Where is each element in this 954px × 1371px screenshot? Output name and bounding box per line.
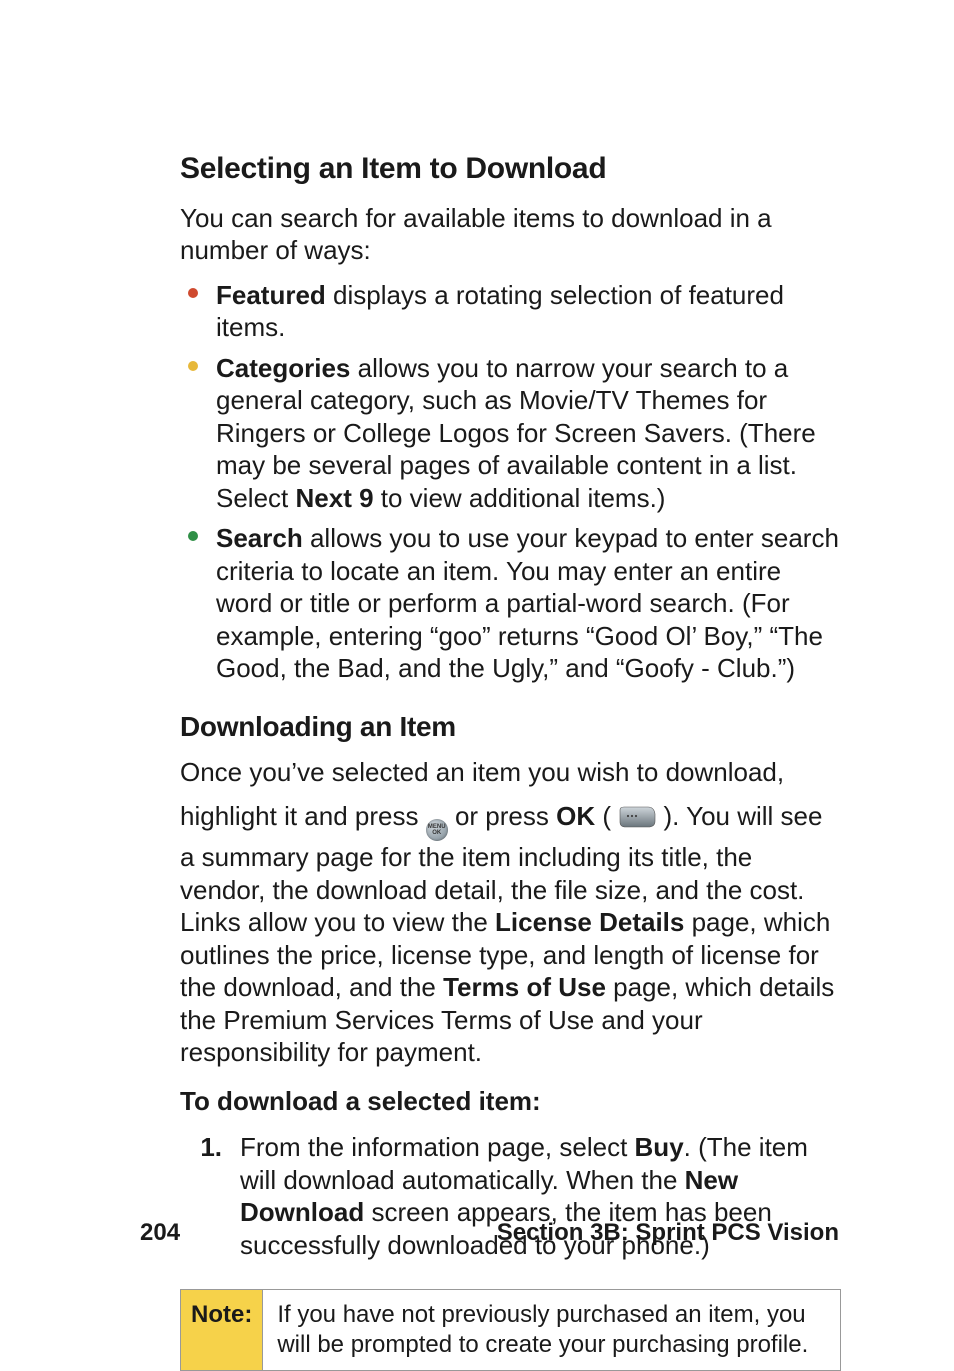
list-item: Search allows you to use your keypad to … bbox=[180, 522, 839, 685]
text-segment: ( bbox=[602, 801, 611, 831]
bullet-icon bbox=[188, 531, 198, 541]
document-page: Selecting an Item to Download You can se… bbox=[0, 0, 954, 1336]
bullet-bold: Categories bbox=[216, 353, 350, 383]
page-footer: 204 Section 3B: Sprint PCS Vision bbox=[140, 1218, 839, 1248]
bullet-icon bbox=[188, 288, 198, 298]
text-segment: From the information page, select bbox=[240, 1132, 635, 1162]
list-item: Categories allows you to narrow your sea… bbox=[180, 352, 839, 515]
left-softkey-icon bbox=[618, 803, 656, 836]
heading-selecting: Selecting an Item to Download bbox=[180, 150, 839, 188]
icon-label: MENUOK bbox=[428, 824, 446, 836]
ok-label: OK bbox=[556, 801, 595, 831]
menu-ok-button-icon: MENUOK bbox=[426, 819, 448, 841]
bullet-bold: Search bbox=[216, 523, 303, 553]
list-item: Featured displays a rotating selection o… bbox=[180, 279, 839, 344]
bullet-bold-2: Next 9 bbox=[296, 483, 374, 513]
text-segment: highlight it and press bbox=[180, 801, 426, 831]
note-label: Note: bbox=[181, 1290, 263, 1370]
para-download-details: highlight it and press MENUOK or press O… bbox=[180, 800, 839, 1069]
heading-downloading: Downloading an Item bbox=[180, 709, 839, 744]
license-details-label: License Details bbox=[495, 907, 684, 937]
note-body: If you have not previously purchased an … bbox=[263, 1290, 840, 1370]
text-segment: or press bbox=[455, 801, 556, 831]
para-lead: Once you’ve selected an item you wish to… bbox=[180, 756, 839, 789]
buy-label: Buy bbox=[635, 1132, 684, 1162]
page-number: 204 bbox=[140, 1218, 180, 1248]
bullet-icon bbox=[188, 361, 198, 371]
terms-of-use-label: Terms of Use bbox=[443, 972, 606, 1002]
bullet-list: Featured displays a rotating selection o… bbox=[180, 279, 839, 685]
step-number: 1. bbox=[198, 1131, 222, 1164]
bullet-bold: Featured bbox=[216, 280, 326, 310]
procedure-lead: To download a selected item: bbox=[180, 1085, 839, 1118]
bullet-text-2: to view additional items.) bbox=[374, 483, 666, 513]
intro-paragraph: You can search for available items to do… bbox=[180, 202, 839, 267]
bullet-text: allows you to use your keypad to enter s… bbox=[216, 523, 839, 683]
note-box: Note: If you have not previously purchas… bbox=[180, 1289, 841, 1371]
section-title: Section 3B: Sprint PCS Vision bbox=[497, 1218, 839, 1248]
